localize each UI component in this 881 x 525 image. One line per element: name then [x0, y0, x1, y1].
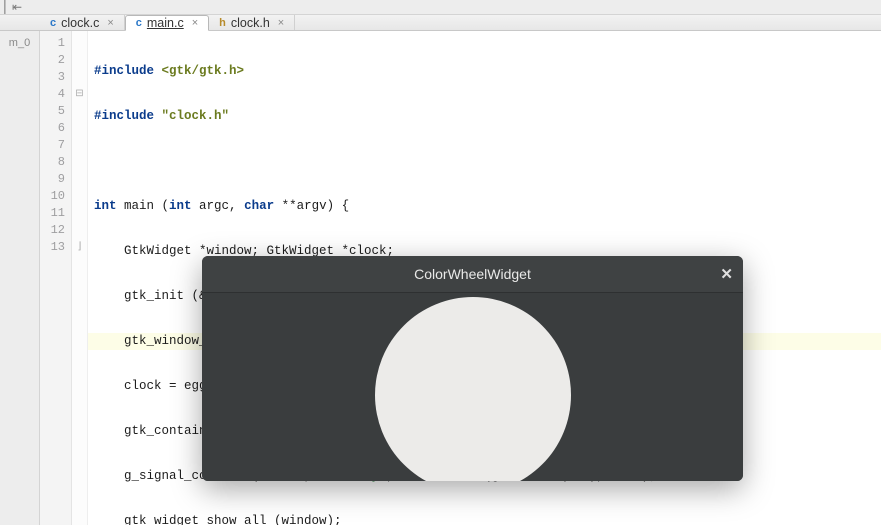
line-number: 1 [40, 35, 65, 52]
close-icon[interactable]: × [278, 17, 284, 29]
editor-tabs: c clock.c × c main.c × h clock.h × [0, 15, 881, 31]
tab-label: clock.c [61, 16, 99, 30]
line-number: 9 [40, 171, 65, 188]
back-arrow-icon[interactable]: ⇤ [12, 0, 22, 14]
line-number: 4 [40, 86, 65, 103]
app-root: ⇤ c clock.c × c main.c × h clock.h × m_0… [0, 0, 881, 525]
tab-clock-h[interactable]: h clock.h × [209, 15, 295, 30]
line-number: 7 [40, 137, 65, 154]
line-number: 2 [40, 52, 65, 69]
line-number: 11 [40, 205, 65, 222]
tab-main-c[interactable]: c main.c × [125, 15, 209, 31]
line-number: 6 [40, 120, 65, 137]
close-icon[interactable]: × [192, 17, 198, 29]
line-number-gutter: 1 2 3 4 5 6 7 8 9 10 11 12 13 [40, 31, 72, 525]
tab-clock-c[interactable]: c clock.c × [40, 15, 125, 30]
close-icon[interactable]: × [107, 17, 113, 29]
line-number: 12 [40, 222, 65, 239]
popup-body [202, 293, 743, 481]
color-wheel-circle[interactable] [375, 297, 571, 482]
popup-window[interactable]: ColorWheelWidget ✕ [202, 256, 743, 481]
line-number: 13 [40, 239, 65, 256]
side-label: m_0 [9, 37, 30, 49]
line-number: 5 [40, 103, 65, 120]
h-file-icon: h [219, 17, 226, 29]
popup-title-text: ColorWheelWidget [414, 266, 531, 282]
c-file-icon: c [50, 17, 56, 29]
fold-end-icon: ⌋ [72, 239, 87, 256]
line-number: 8 [40, 154, 65, 171]
fold-column: ⊟ ⌋ [72, 31, 88, 525]
top-toolbar: ⇤ [0, 0, 881, 15]
popup-titlebar[interactable]: ColorWheelWidget ✕ [202, 256, 743, 293]
side-panel-stub: m_0 [0, 31, 40, 525]
toolbar-grip-icon [4, 0, 6, 14]
close-icon[interactable]: ✕ [720, 265, 733, 283]
c-file-icon: c [136, 17, 142, 29]
tab-label: clock.h [231, 16, 270, 30]
line-number: 3 [40, 69, 65, 86]
line-number: 10 [40, 188, 65, 205]
editor-main: m_0 1 2 3 4 5 6 7 8 9 10 11 12 13 ⊟ ⌋ #i… [0, 31, 881, 525]
fold-toggle-icon[interactable]: ⊟ [72, 86, 87, 103]
tab-label: main.c [147, 16, 184, 30]
